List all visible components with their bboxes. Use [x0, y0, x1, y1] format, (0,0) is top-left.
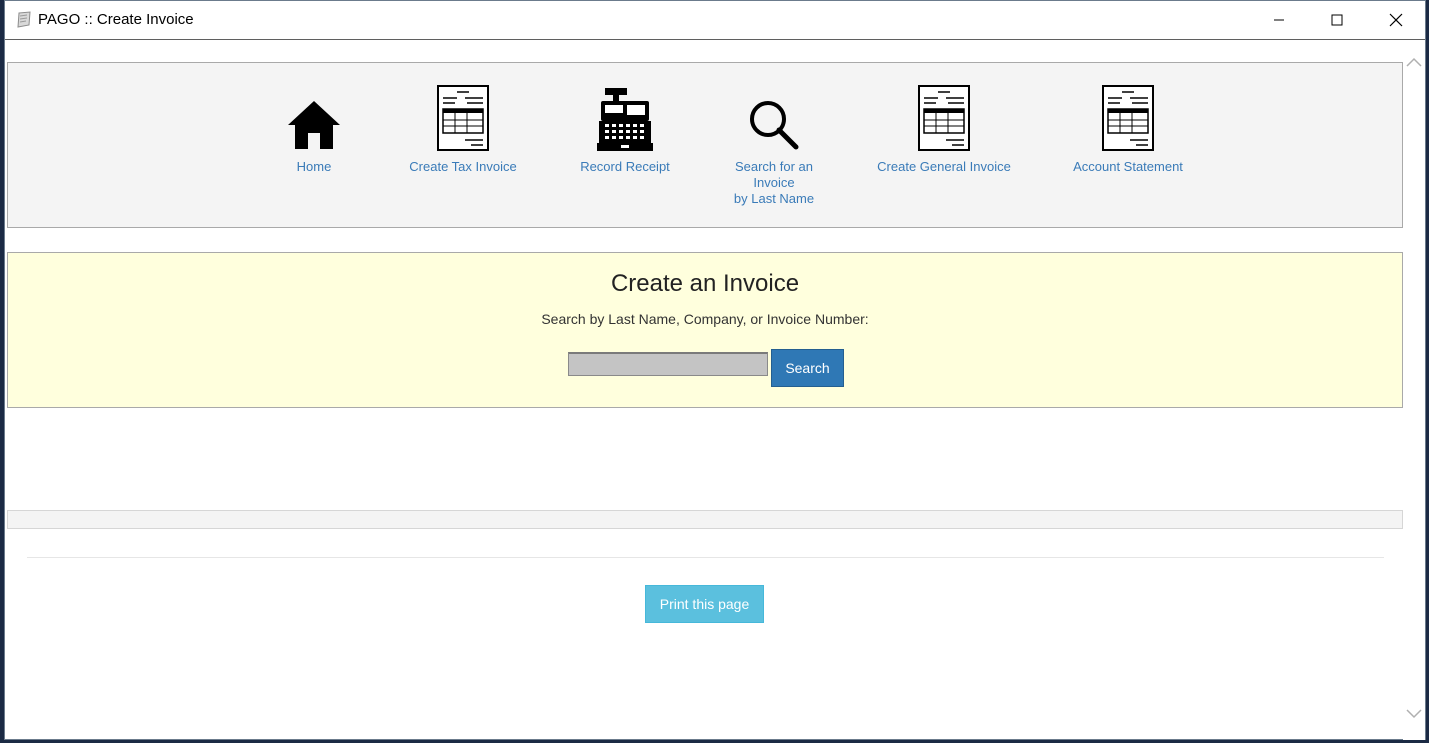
nav-item-record-receipt[interactable]: Record Receipt — [570, 81, 680, 175]
invoice-document-icon — [918, 85, 970, 151]
panel-heading: Create an Invoice — [610, 270, 800, 297]
print-page-button[interactable]: Print this page — [645, 585, 764, 623]
nav-item-create-tax-invoice[interactable]: Create Tax Invoice — [403, 81, 523, 175]
search-input[interactable] — [568, 352, 768, 376]
nav-item-account-statement[interactable]: Account Statement — [1063, 81, 1193, 175]
cash-register-icon — [597, 88, 653, 151]
maximize-icon — [1331, 14, 1343, 26]
nav-item-create-general-invoice[interactable]: Create General Invoice — [874, 81, 1014, 175]
invoice-document-icon — [437, 85, 489, 151]
search-hint: Search by Last Name, Company, or Invoice… — [541, 311, 869, 327]
maximize-button[interactable] — [1308, 1, 1366, 39]
title-bar[interactable]: PAGO :: Create Invoice — [5, 1, 1425, 39]
magnifier-icon — [750, 101, 799, 150]
nav-label-account-statement: Account Statement — [1073, 159, 1183, 174]
divider — [27, 557, 1384, 558]
nav-label-home: Home — [296, 159, 332, 174]
page-content: Home Create Tax Invoice Record Receipt S… — [5, 39, 1425, 740]
scroll-up-icon[interactable] — [1406, 54, 1422, 72]
nav-label-search-invoice: Search for an Invoice by Last Name — [733, 159, 815, 206]
nav-item-search-invoice[interactable]: Search for an Invoice by Last Name — [724, 81, 824, 207]
close-icon — [1389, 13, 1403, 27]
create-invoice-panel: Create an Invoice Search by Last Name, C… — [7, 252, 1403, 408]
scroll-down-icon[interactable] — [1406, 706, 1422, 724]
invoice-document-icon — [1102, 85, 1154, 151]
close-button[interactable] — [1367, 1, 1425, 39]
window-title: PAGO :: Create Invoice — [38, 11, 194, 28]
main-navigation: Home Create Tax Invoice Record Receipt S… — [7, 62, 1403, 228]
vertical-scrollbar[interactable] — [1403, 40, 1425, 740]
nav-label-create-tax-invoice: Create Tax Invoice — [409, 159, 517, 174]
search-button[interactable]: Search — [771, 349, 844, 387]
app-window: PAGO :: Create Invoice Home Create Tax I… — [4, 0, 1426, 740]
home-icon — [288, 101, 340, 149]
status-bar — [7, 510, 1403, 529]
minimize-icon — [1274, 19, 1284, 21]
minimize-button[interactable] — [1250, 1, 1308, 39]
app-paper-icon — [15, 11, 33, 29]
nav-label-create-general-invoice: Create General Invoice — [877, 159, 1011, 174]
nav-label-record-receipt: Record Receipt — [580, 159, 670, 174]
nav-item-home[interactable]: Home — [268, 81, 360, 175]
